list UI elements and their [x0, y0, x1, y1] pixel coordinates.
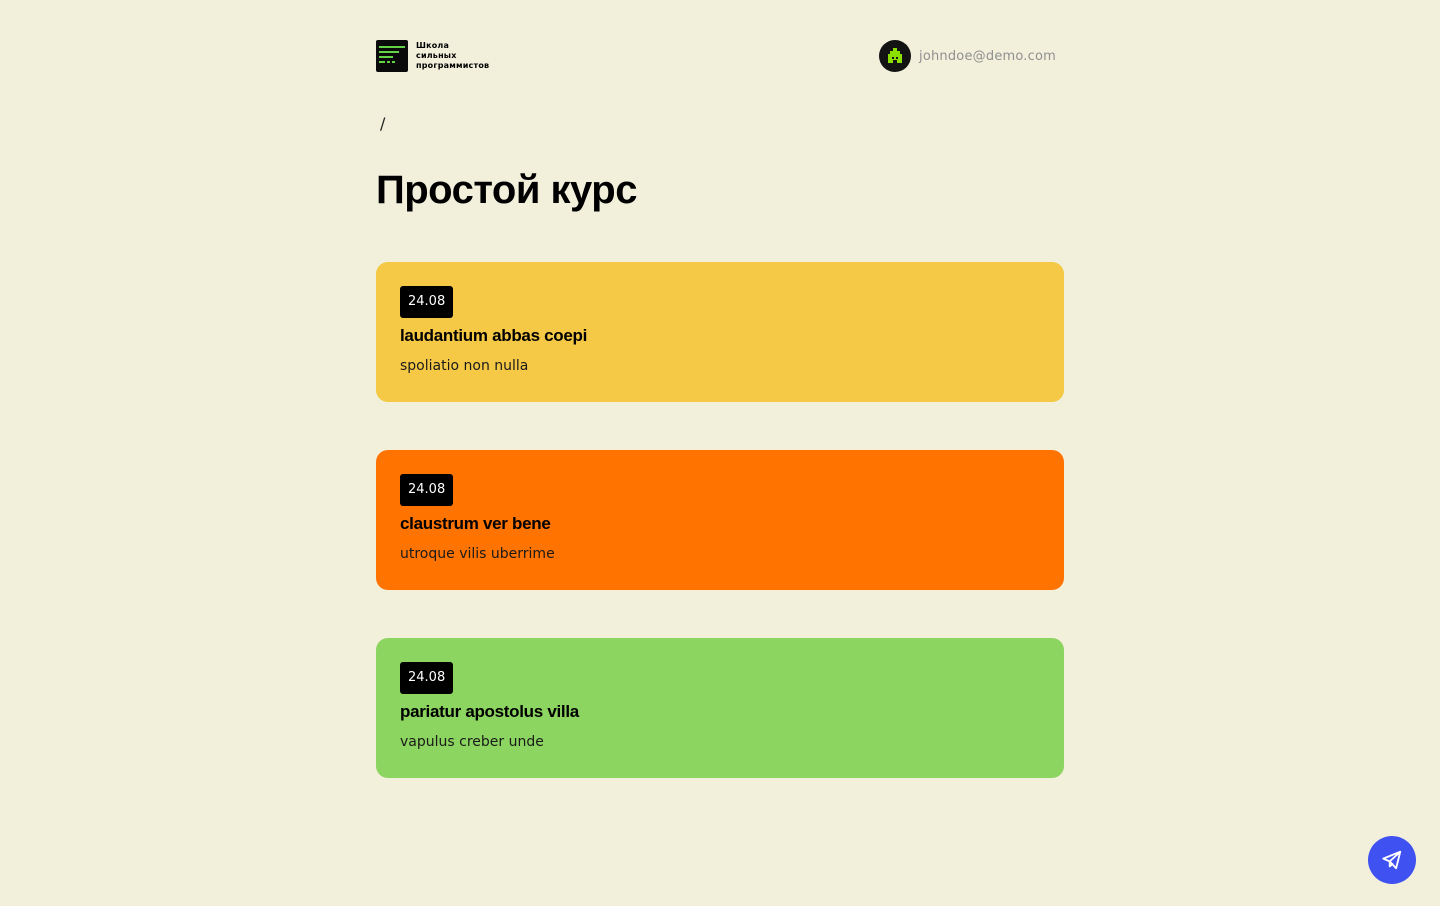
telegram-icon	[1382, 850, 1402, 870]
user-email: johndoe@demo.com	[919, 48, 1056, 64]
lesson-title: laudantium abbas coepi	[400, 326, 588, 345]
logo[interactable]: Школа сильных программистов	[376, 40, 489, 72]
lesson-subtitle: vapulus creber unde	[400, 734, 544, 750]
lesson-card[interactable]: 24.08 laudantium abbas coepi spoliatio n…	[376, 262, 1064, 402]
house-avatar-icon	[888, 48, 903, 63]
telegram-button[interactable]	[1368, 836, 1416, 884]
lesson-subtitle: spoliatio non nulla	[400, 358, 529, 374]
lesson-subtitle: utroque vilis uberrime	[400, 546, 555, 562]
logo-text: Школа сильных программистов	[416, 41, 489, 71]
lesson-card[interactable]: 24.08 claustrum ver bene utroque vilis u…	[376, 450, 1064, 590]
page-title: Простой курс	[376, 168, 637, 212]
lesson-title: pariatur apostolus villa	[400, 702, 579, 721]
breadcrumb-separator: /	[380, 114, 386, 133]
user-menu[interactable]: johndoe@demo.com	[879, 40, 1056, 72]
logo-text-line: сильных	[416, 51, 457, 60]
date-badge: 24.08	[400, 286, 454, 318]
avatar[interactable]	[879, 40, 912, 72]
breadcrumb: /	[380, 114, 385, 133]
logo-text-line: Школа	[416, 41, 450, 50]
lesson-title: claustrum ver bene	[400, 514, 551, 533]
date-badge: 24.08	[400, 662, 454, 694]
lesson-card[interactable]: 24.08 pariatur apostolus villa vapulus c…	[376, 638, 1064, 778]
lesson-list: 24.08 laudantium abbas coepi spoliatio n…	[376, 262, 1064, 826]
date-badge: 24.08	[400, 474, 454, 506]
header: Школа сильных программистов johndoe@demo…	[376, 40, 1064, 72]
logo-icon	[376, 40, 408, 72]
logo-text-line: программистов	[416, 61, 490, 70]
